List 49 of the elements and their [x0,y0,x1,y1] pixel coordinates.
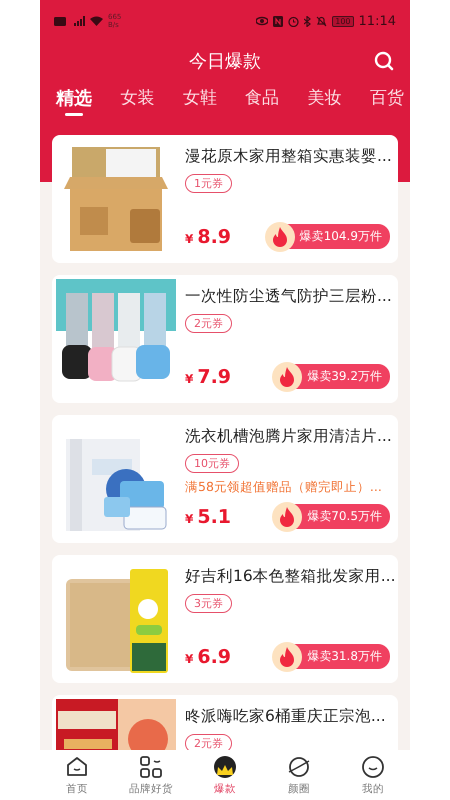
planet-icon [287,754,311,778]
coupon-tag: 1元券 [185,174,232,193]
wifi-icon [90,16,103,26]
signal-icon [71,16,85,26]
bell-off-icon [316,16,328,26]
product-card[interactable]: 咚派嗨吃家6桶重庆正宗泡... 2元券 [52,695,398,750]
promo-text: 满58元领超值赠品（赠完即止）... [185,479,383,496]
fire-icon [271,361,304,393]
category-tab[interactable]: 百货 [370,86,404,115]
grid-icon [139,754,163,778]
product-card[interactable]: 洗衣机槽泡腾片家用清洁片... 10元券 满58元领超值赠品（赠完即止）... ¥ 5.1 爆卖70.5万件 [52,415,398,543]
nav-tab[interactable]: 品牌好货 [119,754,183,796]
category-tab[interactable]: 女装 [120,86,154,115]
product-card[interactable]: 漫花原木家用整箱实惠装婴... 1元券 ¥ 8.9 爆卖104.9万件 [52,135,398,263]
bluetooth-icon [304,16,312,26]
fire-icon [271,641,304,673]
smiley-icon [361,754,385,778]
search-icon[interactable] [374,51,394,71]
product-title: 咚派嗨吃家6桶重庆正宗泡... [185,706,387,727]
nav-tab[interactable]: 我的 [341,754,405,796]
category-tab[interactable]: 精选 [56,86,92,116]
product-card[interactable]: 一次性防尘透气防护三层粉... 2元券 ¥ 7.9 爆卖39.2万件 [52,275,398,403]
nfc-icon [273,16,284,26]
eye-icon [256,16,268,26]
product-card[interactable]: 好吉利16本色整箱批发家用... 3元券 ¥ 6.9 爆卖31.8万件 [52,555,398,683]
page-title: 今日爆款 [189,50,261,73]
category-tab[interactable]: 女鞋 [182,86,217,115]
category-tab[interactable]: 食品 [245,86,280,115]
price: ¥ 7.9 [185,366,232,388]
fire-icon [264,221,296,253]
price: ¥ 8.9 [185,226,232,248]
fire-icon [271,501,304,533]
nav-tab[interactable]: 颜圈 [267,754,331,796]
product-title: 漫花原木家用整箱实惠装婴... [185,146,390,167]
alarm-icon [288,16,300,26]
price: ¥ 5.1 [185,506,232,528]
product-title: 洗衣机槽泡腾片家用清洁片... [185,426,390,447]
battery-level: 100 [332,16,354,26]
price: ¥ 6.9 [185,646,232,668]
nav-tab[interactable]: 爆款 [193,754,257,796]
status-time: 11:14 [358,14,396,28]
house-icon [65,754,89,778]
nav-tab[interactable]: 首页 [45,754,109,796]
coupon-tag: 3元券 [185,594,232,613]
coupon-tag: 10元券 [185,454,239,473]
category-tab[interactable]: 美妆 [308,86,342,115]
crown-icon [213,754,237,778]
coupon-tag: 2元券 [185,314,232,333]
product-title: 一次性防尘透气防护三层粉... [185,286,390,307]
